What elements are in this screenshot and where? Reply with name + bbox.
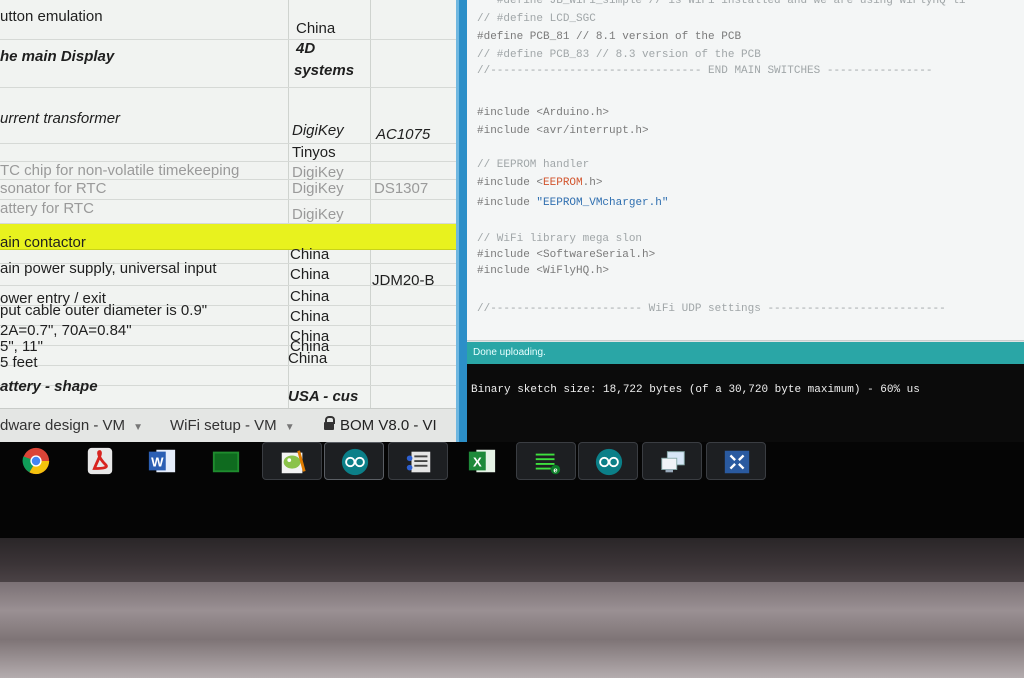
- table-row[interactable]: attery for RTC DigiKey: [0, 200, 462, 224]
- taskbar: W X e: [0, 442, 1024, 538]
- cell-supplier[interactable]: China: [296, 20, 335, 38]
- code-editor[interactable]: #define JB_WiFi_simple // is WiFi instal…: [467, 0, 1024, 340]
- taskbar-button-word[interactable]: W: [132, 442, 192, 480]
- remote-desktop-icon: [661, 451, 685, 473]
- chrome-icon: [22, 447, 50, 475]
- cell-supplier-line2: systems: [294, 62, 355, 79]
- sheet-tab-label: BOM V8.0 - VI: [340, 417, 437, 434]
- sheet-tab-bar: dware design - VM ▼ WiFi setup - VM ▼ BOM …: [0, 408, 462, 443]
- table-row[interactable]: TC chip for non-volatile timekeeping Dig…: [0, 162, 462, 181]
- code-line: // WiFi library mega slon: [477, 233, 643, 245]
- code-line: #include <WiFlyHQ.h>: [477, 265, 610, 277]
- code-line: // #define LCD_SGC: [477, 13, 596, 25]
- table-row[interactable]: utton emulation China: [0, 0, 462, 40]
- monitor-bezel: [0, 538, 1024, 582]
- arduino-icon: [341, 448, 369, 476]
- svg-text:X: X: [473, 455, 482, 470]
- cell-description[interactable]: he main Display: [0, 48, 114, 66]
- cell-description[interactable]: urrent transformer: [0, 110, 120, 128]
- table-row[interactable]: sonator for RTC DigiKey DS1307: [0, 180, 462, 200]
- table-row[interactable]: attery - shape USA - cus: [0, 378, 462, 408]
- monitor-frame: [0, 582, 1024, 678]
- header-string: "EEPROM_VMcharger.h": [536, 197, 669, 209]
- cell-supplier[interactable]: USA - cus: [288, 388, 358, 406]
- sheet-tab-wifi-setup[interactable]: WiFi setup - VM ▼: [170, 409, 295, 443]
- arduino-ide-window: #define JB_WiFi_simple // is WiFi instal…: [456, 0, 1024, 488]
- arduino-icon: [595, 448, 623, 476]
- cell-supplier[interactable]: China: [288, 350, 327, 368]
- window-manager-icon: [724, 450, 750, 474]
- cell-supplier[interactable]: China: [290, 266, 329, 284]
- taskbar-button-chrome[interactable]: [6, 442, 66, 480]
- notepad-plus-plus-icon: [281, 450, 306, 474]
- code-line: // EEPROM handler: [477, 159, 590, 171]
- svg-text:W: W: [151, 455, 164, 470]
- taskbar-button-window-manager[interactable]: [706, 442, 766, 480]
- cell-description[interactable]: ain contactor: [0, 234, 86, 252]
- lock-icon: [324, 416, 335, 430]
- cell-supplier[interactable]: 4D: [296, 40, 315, 58]
- cell-supplier[interactable]: Tinyos: [292, 144, 336, 162]
- cell-description[interactable]: attery - shape: [0, 378, 98, 396]
- cell-description[interactable]: attery for RTC: [0, 200, 94, 218]
- cell-description[interactable]: TC chip for non-volatile timekeeping: [0, 162, 239, 180]
- code-line: #include <avr/interrupt.h>: [477, 125, 649, 137]
- code-line: //----------------------- WiFi UDP setti…: [477, 303, 946, 315]
- table-row[interactable]: 2A=0.7", 70A=0.84" China: [0, 322, 462, 346]
- cell-supplier[interactable]: DigiKey: [292, 180, 344, 198]
- sheet-tab-label: WiFi setup - VM: [170, 417, 277, 434]
- sheet-tab-label: dware design - VM: [0, 417, 126, 434]
- table-row[interactable]: he main Display 4D systems: [0, 40, 462, 88]
- cell-description[interactable]: sonator for RTC: [0, 180, 106, 198]
- green-app-icon: [212, 451, 240, 473]
- code-line: #define PCB_81 // 8.1 version of the PCB: [477, 31, 742, 43]
- cell-part-number[interactable]: AC1075: [376, 126, 430, 144]
- acrobat-icon: [87, 447, 113, 475]
- taskbar-button-acrobat[interactable]: [70, 442, 130, 480]
- pcb-design-icon: e: [535, 453, 561, 474]
- table-row[interactable]: 5", 11" China: [0, 338, 462, 366]
- console-line: Binary sketch size: 18,722 bytes (of a 3…: [471, 384, 920, 396]
- cell-description[interactable]: put cable outer diameter is 0.9": [0, 302, 207, 320]
- table-row[interactable]: Tinyos: [0, 144, 462, 162]
- cell-description[interactable]: ain power supply, universal input: [0, 260, 217, 278]
- table-row[interactable]: urrent transformer DigiKey AC1075: [0, 88, 462, 144]
- network-tool-icon: [406, 451, 431, 473]
- cell-supplier[interactable]: China: [290, 246, 329, 264]
- library-name: EEPROM: [543, 177, 583, 189]
- status-bar: Done uploading.: [467, 342, 1024, 364]
- code-line: #define JB_WiFi_simple // is WiFi instal…: [477, 0, 966, 7]
- taskbar-button-pcb-design[interactable]: e: [516, 442, 576, 480]
- word-icon: W: [148, 449, 176, 473]
- taskbar-button-notepad-plus-plus[interactable]: [262, 442, 322, 480]
- taskbar-button-remote-desktop[interactable]: [642, 442, 702, 480]
- chevron-down-icon[interactable]: ▼: [133, 422, 143, 433]
- code-line: #include <EEPROM.h>: [477, 177, 603, 189]
- cell-supplier[interactable]: China: [290, 308, 329, 326]
- sheet-tab-hardware-design[interactable]: dware design - VM ▼: [0, 409, 143, 443]
- code-line: #include <SoftwareSerial.h>: [477, 249, 656, 261]
- cell-supplier[interactable]: China: [290, 288, 329, 306]
- taskbar-button-network-tool[interactable]: [388, 442, 448, 480]
- cell-supplier[interactable]: DigiKey: [292, 122, 344, 140]
- code-line: // #define PCB_83 // 8.3 version of the …: [477, 49, 761, 61]
- excel-icon: X: [468, 449, 496, 473]
- taskbar-button-arduino-2[interactable]: [578, 442, 638, 480]
- taskbar-button-excel[interactable]: X: [452, 442, 512, 480]
- spreadsheet-window: utton emulation China he main Display 4D…: [0, 0, 462, 408]
- taskbar-button-green-app[interactable]: [196, 442, 256, 480]
- taskbar-button-arduino[interactable]: [324, 442, 384, 480]
- svg-text:e: e: [553, 465, 557, 474]
- cell-description[interactable]: 5 feet: [0, 354, 38, 372]
- code-line: #include "EEPROM_VMcharger.h": [477, 197, 669, 209]
- cell-supplier[interactable]: DigiKey: [292, 206, 344, 224]
- code-line: //-------------------------------- END M…: [477, 65, 933, 77]
- cell-part-number[interactable]: DS1307: [374, 180, 428, 198]
- cell-description[interactable]: utton emulation: [0, 8, 103, 26]
- code-line: #include <Arduino.h>: [477, 107, 610, 119]
- chevron-down-icon[interactable]: ▼: [285, 422, 295, 433]
- table-row[interactable]: ain power supply, universal input China …: [0, 260, 462, 289]
- sheet-tab-bom[interactable]: BOM V8.0 - VI: [324, 409, 437, 443]
